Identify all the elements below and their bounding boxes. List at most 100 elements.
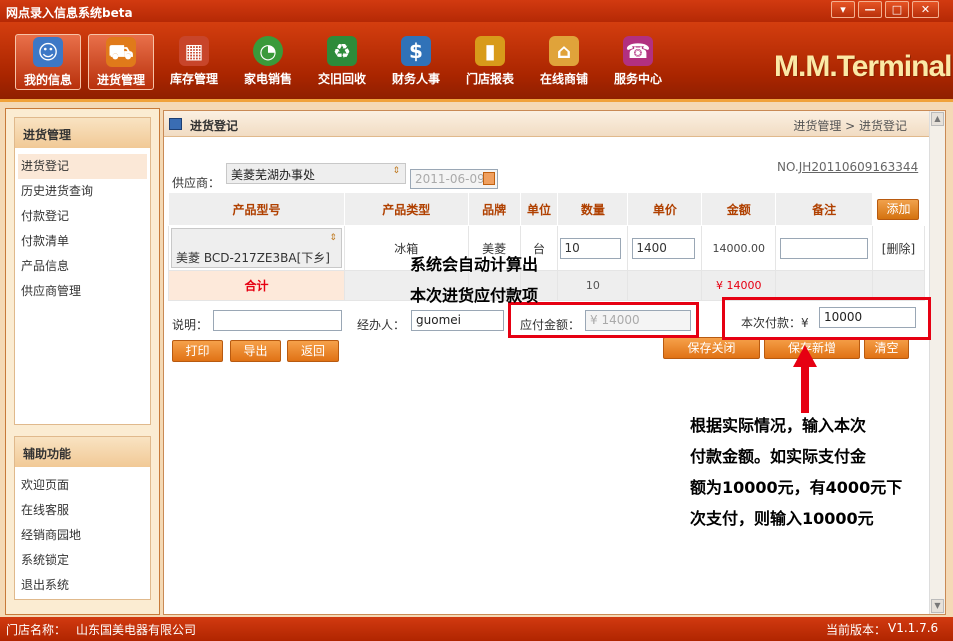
sidebar-item-payment-register[interactable]: 付款登记 — [15, 204, 150, 229]
col-amount: 金额 — [701, 192, 777, 226]
shop-name: 山东国美电器有限公司 — [76, 623, 197, 637]
sidebar-item-supplier[interactable]: 供应商管理 — [15, 279, 150, 304]
add-button[interactable]: 添加 — [877, 198, 920, 220]
page-title: 进货登记 — [190, 119, 239, 133]
sidebar-item-dealer[interactable]: 经销商园地 — [15, 523, 150, 548]
supplier-value: 美菱芜湖办事处 — [231, 168, 316, 182]
sidebar-item-online-support[interactable]: 在线客服 — [15, 498, 150, 523]
date-value: 2011-06-09 — [415, 172, 485, 186]
qty-input[interactable]: 10 — [560, 237, 622, 259]
sidebar-item-lock[interactable]: 系统锁定 — [15, 548, 150, 573]
sidebar-item-history[interactable]: 历史进货查询 — [15, 179, 150, 204]
nav-label: 服务中心 — [613, 72, 662, 86]
nav-recycle[interactable]: ♻ 交旧回收 — [309, 34, 375, 90]
arrow-up-icon — [793, 345, 817, 413]
sidebar-item-exit[interactable]: 退出系统 — [15, 573, 150, 598]
total-empty — [871, 270, 926, 301]
nav-sales[interactable]: ◔ 家电销售 — [235, 34, 301, 90]
nav-service[interactable]: ☎ 服务中心 — [605, 34, 671, 90]
delete-link[interactable]: [删除] — [882, 242, 915, 256]
nav-my-info[interactable]: ☺ 我的信息 — [15, 34, 81, 90]
nav-finance[interactable]: $ 财务人事 — [383, 34, 449, 90]
model-value: 美菱 BCD-217ZE3BA[下乡] — [176, 251, 330, 265]
menu-window-button[interactable]: ▾ — [831, 1, 855, 18]
table-row: 美菱 BCD-217ZE3BA[下乡] ⇕ 冰箱 美菱 台 10 1400 14… — [168, 225, 926, 271]
product-table: 产品型号 产品类型 品牌 单位 数量 单价 金额 备注 添加 美菱 BCD-21… — [168, 192, 926, 301]
nav-inventory[interactable]: ▦ 库存管理 — [161, 34, 227, 90]
annotation-line: 系统会自动计算出 — [410, 255, 539, 274]
money-icon: $ — [401, 36, 431, 66]
clear-button[interactable]: 清空 — [864, 337, 909, 359]
export-button[interactable]: 导出 — [230, 340, 281, 362]
cart-icon: ⛟ — [106, 37, 136, 67]
annotation-line: 本次进货应付款项 — [410, 286, 539, 305]
total-label: 合计 — [168, 270, 345, 301]
save-close-button[interactable]: 保存关闭 — [663, 337, 760, 359]
version-label: 当前版本： — [826, 623, 887, 637]
sidebar-item-payment-list[interactable]: 付款清单 — [15, 229, 150, 254]
breadcrumb: 进货管理 > 进货登记 — [793, 119, 907, 133]
remark-input[interactable] — [780, 237, 868, 259]
page-icon — [169, 118, 182, 130]
annotation-line: 额为10000元，有4000元下 — [690, 478, 903, 497]
select-arrow-icon: ⇕ — [329, 233, 337, 243]
desc-label: 说明： — [172, 318, 209, 332]
sidebar: 进货管理 进货登记 历史进货查询 付款登记 付款清单 产品信息 供应商管理 辅助… — [5, 108, 160, 615]
brand-logo: M.M.Terminal — [774, 50, 952, 83]
nav-label: 在线商铺 — [539, 72, 588, 86]
supplier-label: 供应商： — [172, 176, 221, 190]
close-window-button[interactable]: ✕ — [912, 1, 939, 18]
nav-label: 进货管理 — [96, 73, 145, 87]
nav-label: 门店报表 — [465, 72, 514, 86]
back-button[interactable]: 返回 — [287, 340, 339, 362]
recycle-icon: ♻ — [327, 36, 357, 66]
service-icon: ☎ — [623, 36, 653, 66]
vertical-scrollbar[interactable]: ▲ ▼ — [929, 111, 945, 614]
maximize-window-button[interactable]: □ — [885, 1, 909, 18]
col-action: 添加 — [871, 192, 926, 226]
col-model: 产品型号 — [168, 192, 345, 226]
handler-input[interactable]: guomei — [411, 310, 504, 331]
scroll-down-icon[interactable]: ▼ — [931, 599, 944, 613]
price-input[interactable]: 1400 — [632, 237, 696, 259]
top-navigation: ☺ 我的信息 ⛟ 进货管理 ▦ 库存管理 ◔ 家电销售 ♻ 交旧回收 $ 财务人事 ▮ 门店报… — [0, 22, 953, 102]
desc-input[interactable] — [213, 310, 342, 331]
sidebar-group-aux: 辅助功能 欢迎页面 在线客服 经销商园地 系统锁定 退出系统 — [14, 436, 151, 600]
pie-chart-icon: ◔ — [253, 36, 283, 66]
payment-highlight-box — [722, 297, 931, 340]
panel-header: 进货登记 进货管理 > 进货登记 — [164, 111, 945, 137]
calendar-icon[interactable] — [483, 172, 495, 185]
minimize-window-button[interactable]: — — [858, 1, 882, 18]
nav-label: 我的信息 — [23, 73, 72, 87]
delete-cell: [删除] — [871, 225, 926, 271]
col-price: 单价 — [627, 192, 703, 226]
sidebar-item-welcome[interactable]: 欢迎页面 — [15, 473, 150, 498]
col-unit: 单位 — [519, 192, 559, 226]
total-empty — [775, 270, 873, 301]
amount-cell: 14000.00 — [701, 225, 777, 271]
bar-chart-icon: ▮ — [475, 36, 505, 66]
nav-label: 财务人事 — [391, 72, 440, 86]
col-qty: 数量 — [557, 192, 629, 226]
scroll-up-icon[interactable]: ▲ — [931, 112, 944, 126]
nav-label: 交旧回收 — [317, 72, 366, 86]
annotation-line: 次支付，则输入10000元 — [690, 509, 874, 528]
total-empty — [627, 270, 703, 301]
model-select[interactable]: 美菱 BCD-217ZE3BA[下乡] ⇕ — [171, 228, 342, 268]
print-button[interactable]: 打印 — [172, 340, 223, 362]
select-arrow-icon: ⇕ — [392, 166, 400, 176]
user-icon: ☺ — [33, 37, 63, 67]
sidebar-group-title: 辅助功能 — [15, 437, 150, 467]
nav-purchase[interactable]: ⛟ 进货管理 — [88, 34, 154, 90]
table-header-row: 产品型号 产品类型 品牌 单位 数量 单价 金额 备注 添加 — [168, 192, 926, 226]
order-no-link[interactable]: JH20110609163344 — [799, 160, 918, 174]
supplier-select[interactable]: 美菱芜湖办事处 ⇕ — [226, 163, 406, 184]
nav-online-shop[interactable]: ⌂ 在线商铺 — [531, 34, 597, 90]
sidebar-item-purchase-register[interactable]: 进货登记 — [18, 154, 147, 179]
nav-reports[interactable]: ▮ 门店报表 — [457, 34, 523, 90]
nav-label: 家电销售 — [243, 72, 292, 86]
sidebar-item-product-info[interactable]: 产品信息 — [15, 254, 150, 279]
date-field[interactable]: 2011-06-09 — [410, 169, 498, 189]
remark-cell — [775, 225, 873, 271]
handler-label: 经办人： — [357, 318, 406, 332]
